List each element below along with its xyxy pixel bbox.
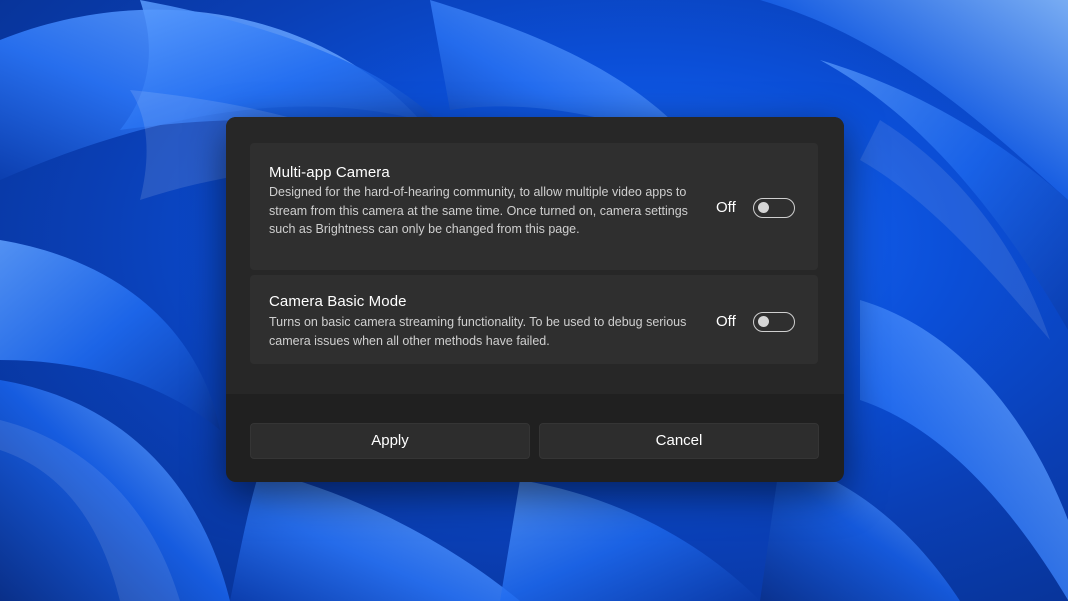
multi-app-camera-toggle[interactable] xyxy=(753,198,795,218)
cancel-button[interactable]: Cancel xyxy=(539,423,819,459)
dialog-content: Multi-app Camera Designed for the hard-o… xyxy=(226,117,844,394)
toggle-state-label: Off xyxy=(716,199,736,216)
toggle-knob xyxy=(758,202,769,213)
setting-description: Turns on basic camera streaming function… xyxy=(269,315,687,348)
toggle-state-label: Off xyxy=(716,313,736,330)
camera-settings-dialog: Multi-app Camera Designed for the hard-o… xyxy=(226,117,844,482)
camera-basic-mode-setting: Camera Basic Mode Turns on basic camera … xyxy=(250,275,818,364)
setting-title: Multi-app Camera xyxy=(269,164,390,181)
setting-title: Camera Basic Mode xyxy=(269,293,407,310)
setting-description: Designed for the hard-of-hearing communi… xyxy=(269,185,688,236)
multi-app-camera-setting: Multi-app Camera Designed for the hard-o… xyxy=(250,143,818,270)
toggle-knob xyxy=(758,316,769,327)
apply-button[interactable]: Apply xyxy=(250,423,530,459)
camera-basic-mode-toggle[interactable] xyxy=(753,312,795,332)
